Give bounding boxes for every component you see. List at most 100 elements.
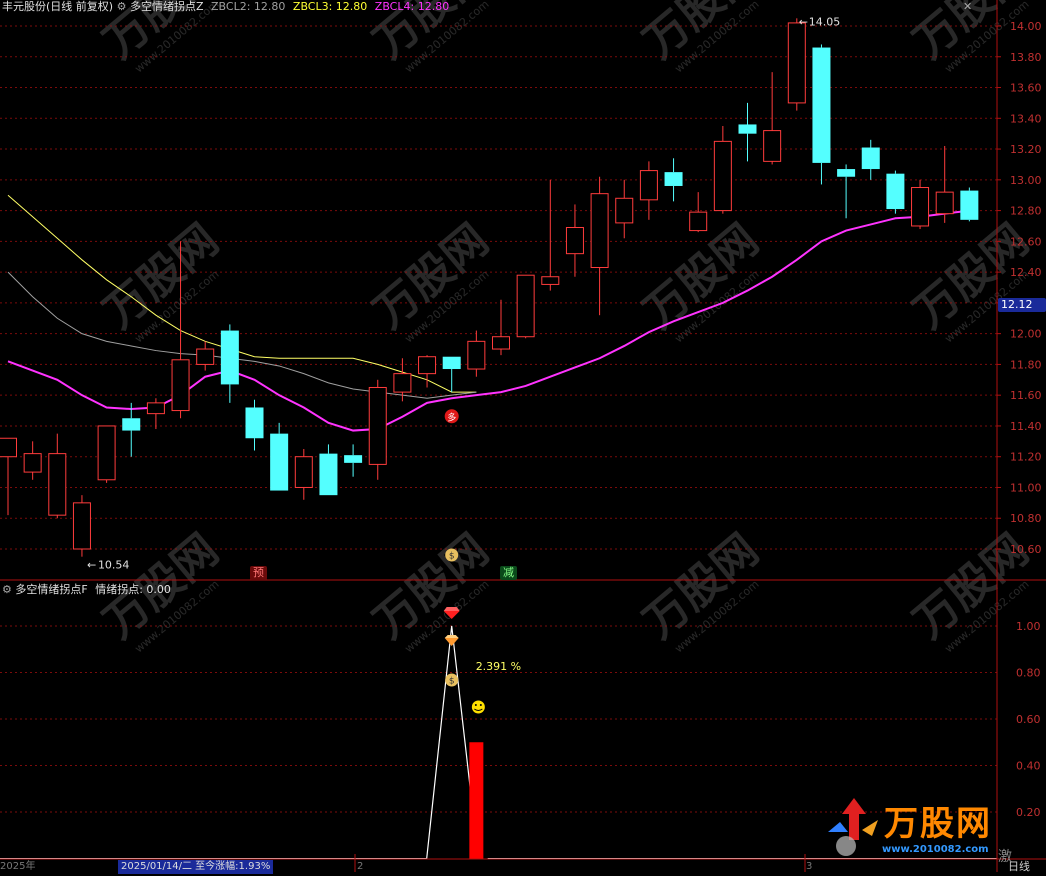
price-axis-tick: 13.40 [1010,112,1042,125]
smiley-icon [471,700,485,714]
stock-title[interactable]: 丰元股份(日线 前复权) [2,0,113,13]
candle-body [713,140,732,212]
candle-body [171,359,190,412]
candle [48,433,67,519]
price-axis-tick: 12.60 [1010,235,1042,248]
main-header: 丰元股份(日线 前复权) ⚙ 多空情绪拐点Z ZBCL2: 12.80 ZBCL… [2,0,449,14]
bag-symbol: $ [449,552,455,562]
candle-body [294,456,313,488]
watermark-tile: 万股网www.2010082.com [904,0,1038,75]
candle-body [245,407,264,439]
candle-body [467,340,486,370]
price-axis-tick: 11.00 [1010,481,1042,494]
low-label: 10.54 [98,559,130,572]
sub-settings-icon[interactable]: ⚙ [2,583,12,596]
brand-url: www.2010082.com [882,844,989,855]
rocket-icon [828,798,878,856]
candle [368,379,387,480]
price-axis-tick: 13.80 [1010,51,1042,64]
candle [0,437,17,516]
price-axis-tick: 13.20 [1010,143,1042,156]
candle-body [565,227,584,255]
gem-small-shape [444,638,459,646]
candle [615,179,634,239]
candle-body [344,455,363,463]
candle-body [861,147,880,170]
price-axis-tick: 10.80 [1010,512,1042,525]
candle [220,324,239,403]
candle [541,179,560,291]
candle-body [935,191,954,215]
candle [837,164,856,219]
candle [935,145,954,223]
marker-reduce: 减 [500,566,517,580]
price-axis-tick: 13.00 [1010,174,1042,187]
candle [565,204,584,277]
watermark-tile: 万股网www.2010082.com [634,525,768,656]
candle [713,125,732,214]
watermark-tile: 万股网www.2010082.com [94,215,228,346]
candle [146,398,165,430]
gem-small-icon [444,635,459,646]
candle-body [787,22,806,104]
sub-axis-tick: 1.00 [1016,620,1041,633]
candle [23,441,42,480]
zbcl2-value: ZBCL2: 12.80 [211,0,286,13]
price-axis-tick: 12.40 [1010,266,1042,279]
candle [196,341,215,371]
close-icon[interactable]: ✕ [963,0,972,14]
watermark-tile: 万股网www.2010082.com [364,215,498,346]
candle [639,161,658,220]
candle-body [122,418,141,431]
candle-body [196,348,215,365]
candle-body [319,453,338,496]
candle-body [886,173,905,210]
candle-body [516,274,535,338]
brand-extra: 激 [998,849,1012,865]
signal-bar [469,742,484,859]
settings-icon[interactable]: ⚙ [117,0,127,13]
candle [960,187,979,222]
candle [97,425,116,483]
sub-axis-tick: 0.60 [1016,713,1041,726]
candle-body [837,169,856,177]
chart-canvas[interactable]: 万股网www.2010082.com 万股网www.2010082.com 万股网w… [0,0,1046,872]
candle-body [97,425,116,481]
sub-axis-tick: 0.40 [1016,760,1041,773]
pct-label: 2.391 % [476,660,521,673]
candle [319,444,338,496]
candle [787,18,806,111]
candle-body [270,433,289,491]
price-axis-tick: 14.00 [1010,20,1042,33]
candle [812,44,831,185]
sub-money-bag-icon: $ [445,673,459,687]
candle-body [541,276,560,285]
zbcl4-value: ZBCL4: 12.80 [374,0,450,13]
price-axis-tick: 12.80 [1010,205,1042,218]
brand-logo: 万股网 www.2010082.com 激 [826,792,1026,865]
candle-body [738,124,757,134]
candle-body [393,373,412,393]
marker-pre: 预 [250,566,267,580]
candle [886,170,905,214]
indicator-name[interactable]: 多空情绪拐点Z [130,0,204,13]
smiley-face [471,700,485,714]
smiley-eye [474,704,477,706]
candle-body [220,330,239,385]
candle [516,274,535,339]
current-price-tag: 12.12 [998,298,1046,312]
candle-body [664,172,683,186]
candle-body [48,453,67,516]
price-axis-tick: 11.40 [1010,420,1042,433]
candle-body [442,356,461,370]
watermark-tile: 万股网www.2010082.com [364,525,498,656]
candle [590,176,609,316]
candle-body [146,402,165,415]
high-arrow-icon: ← [799,15,808,28]
price-axis-tick: 13.60 [1010,82,1042,95]
sub-indicator-name[interactable]: 多空情绪拐点F [15,583,87,596]
candle [492,299,510,356]
sub-axis-tick: 0.80 [1016,667,1041,680]
candle [122,402,141,457]
sub-indicator-value: 情绪拐点: 0.00 [95,583,171,596]
